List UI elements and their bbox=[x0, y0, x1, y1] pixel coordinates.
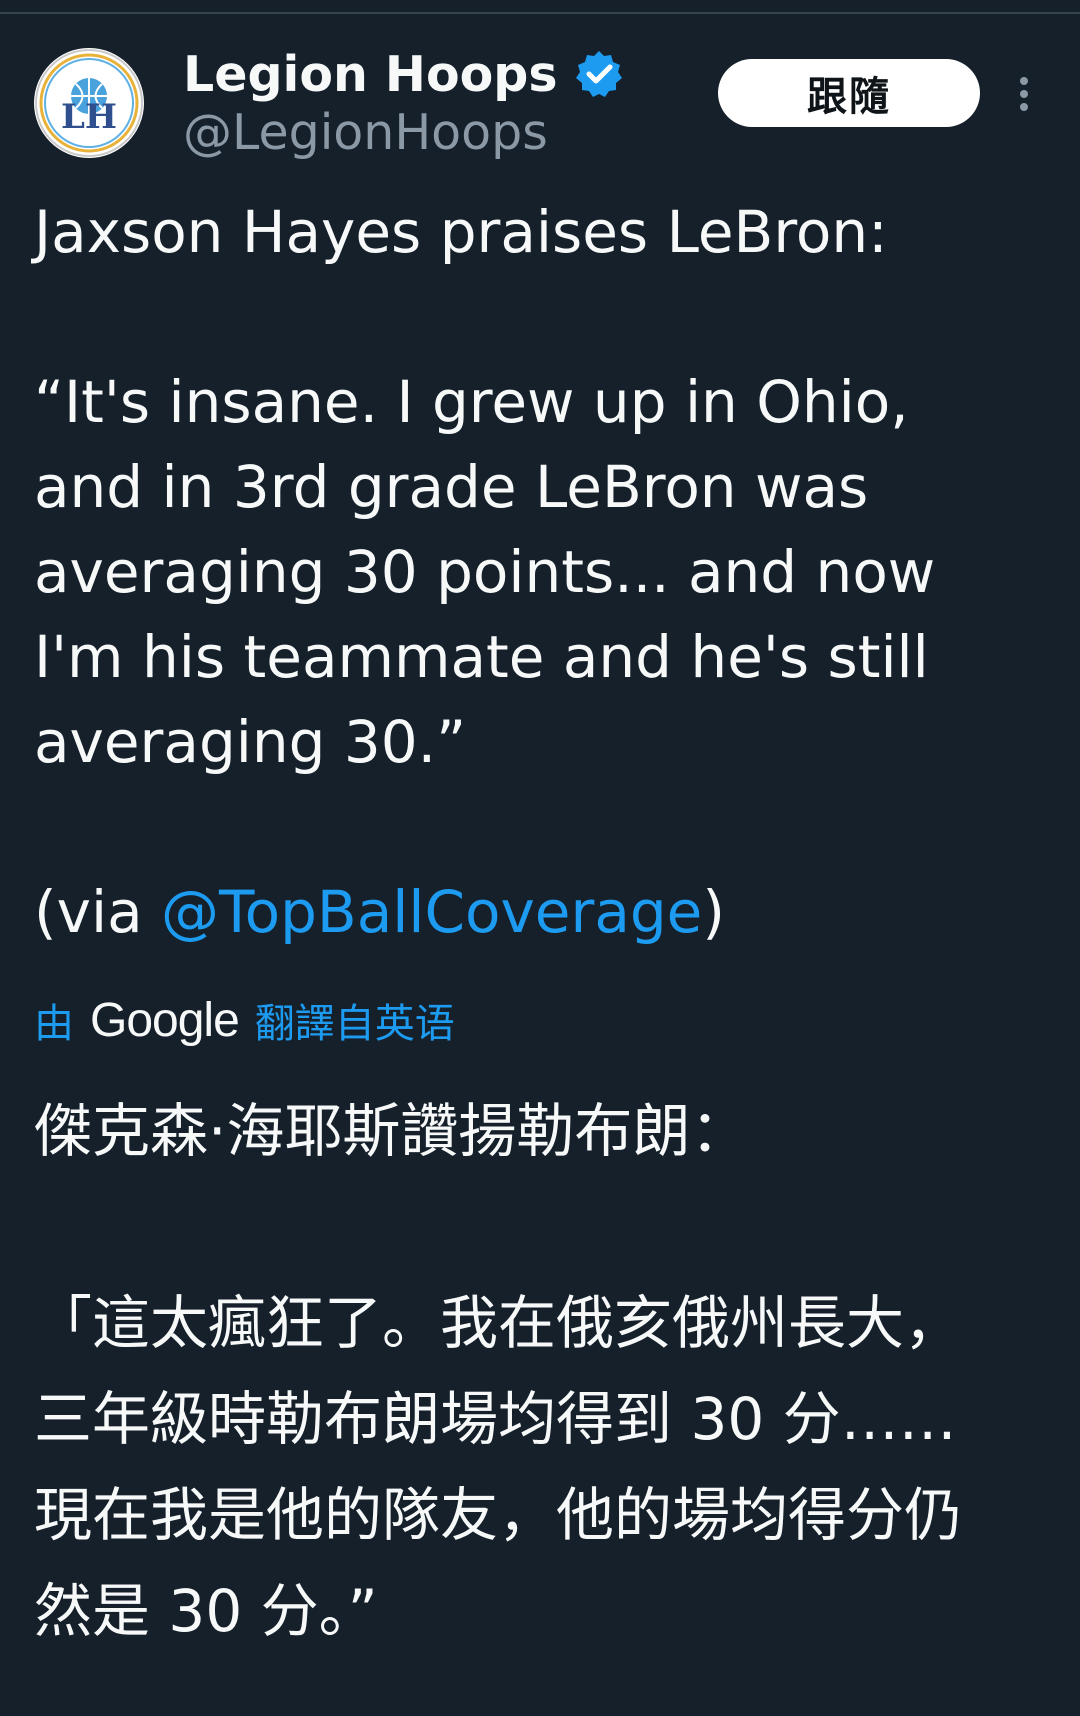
avatar[interactable]: LH bbox=[34, 48, 144, 158]
translated-line: 現在我是他的隊友，他的場均得分仍 bbox=[34, 1481, 963, 1549]
tweet-blank-line bbox=[34, 785, 1054, 870]
author-display-name[interactable]: Legion Hoops bbox=[183, 46, 558, 103]
translated-text: 傑克森·海耶斯讚揚勒布朗： 「這太瘋狂了。我在俄亥俄州長大， 三年級時勒布朗場均… bbox=[34, 1083, 1064, 1659]
author-name-row: Legion Hoops bbox=[183, 44, 624, 104]
tweet-line: I'm his teammate and he's still bbox=[34, 623, 929, 691]
tweet-line: Jaxson Hayes praises LeBron: bbox=[34, 198, 888, 266]
via-suffix: ) bbox=[702, 878, 726, 946]
translated-line: 傑克森·海耶斯讚揚勒布朗： bbox=[34, 1097, 749, 1165]
author-handle[interactable]: @LegionHoops bbox=[183, 104, 548, 163]
tweet-blank-line bbox=[34, 275, 1054, 360]
tweet-via-line: (via @TopBallCoverage) bbox=[34, 870, 1054, 955]
google-logo: Google bbox=[90, 993, 240, 1047]
tweet-line: “It's insane. I grew up in Ohio, bbox=[34, 368, 909, 436]
translation-prefix: 由 bbox=[34, 1001, 74, 1047]
translated-line: 三年級時勒布朗場均得到 30 分…… bbox=[34, 1385, 957, 1453]
via-prefix: (via bbox=[34, 878, 162, 946]
translated-blank-line bbox=[34, 1179, 1064, 1275]
translated-line: 「這太瘋狂了。我在俄亥俄州長大， bbox=[34, 1289, 963, 1357]
more-options-icon[interactable] bbox=[1010, 72, 1038, 122]
translated-line: 然是 30 分。” bbox=[34, 1577, 378, 1645]
tweet-text: Jaxson Hayes praises LeBron: “It's insan… bbox=[34, 190, 1054, 955]
top-divider bbox=[0, 12, 1080, 14]
tweet-header: LH Legion Hoops @LegionHoops 跟隨 bbox=[0, 44, 1080, 164]
tweet-line: and in 3rd grade LeBron was bbox=[34, 453, 869, 521]
tweet-line: averaging 30 points... and now bbox=[34, 538, 936, 606]
translation-attribution[interactable]: 由 Google 翻譯自英语 bbox=[34, 990, 455, 1050]
legion-hoops-logo-icon: LH bbox=[35, 49, 143, 157]
translation-suffix: 翻譯自英语 bbox=[254, 1001, 455, 1047]
mention-link[interactable]: @TopBallCoverage bbox=[161, 878, 702, 946]
tweet-line: averaging 30.” bbox=[34, 708, 467, 776]
verified-badge-icon bbox=[574, 49, 624, 99]
follow-button[interactable]: 跟隨 bbox=[718, 59, 980, 127]
avatar-text: LH bbox=[61, 97, 117, 137]
